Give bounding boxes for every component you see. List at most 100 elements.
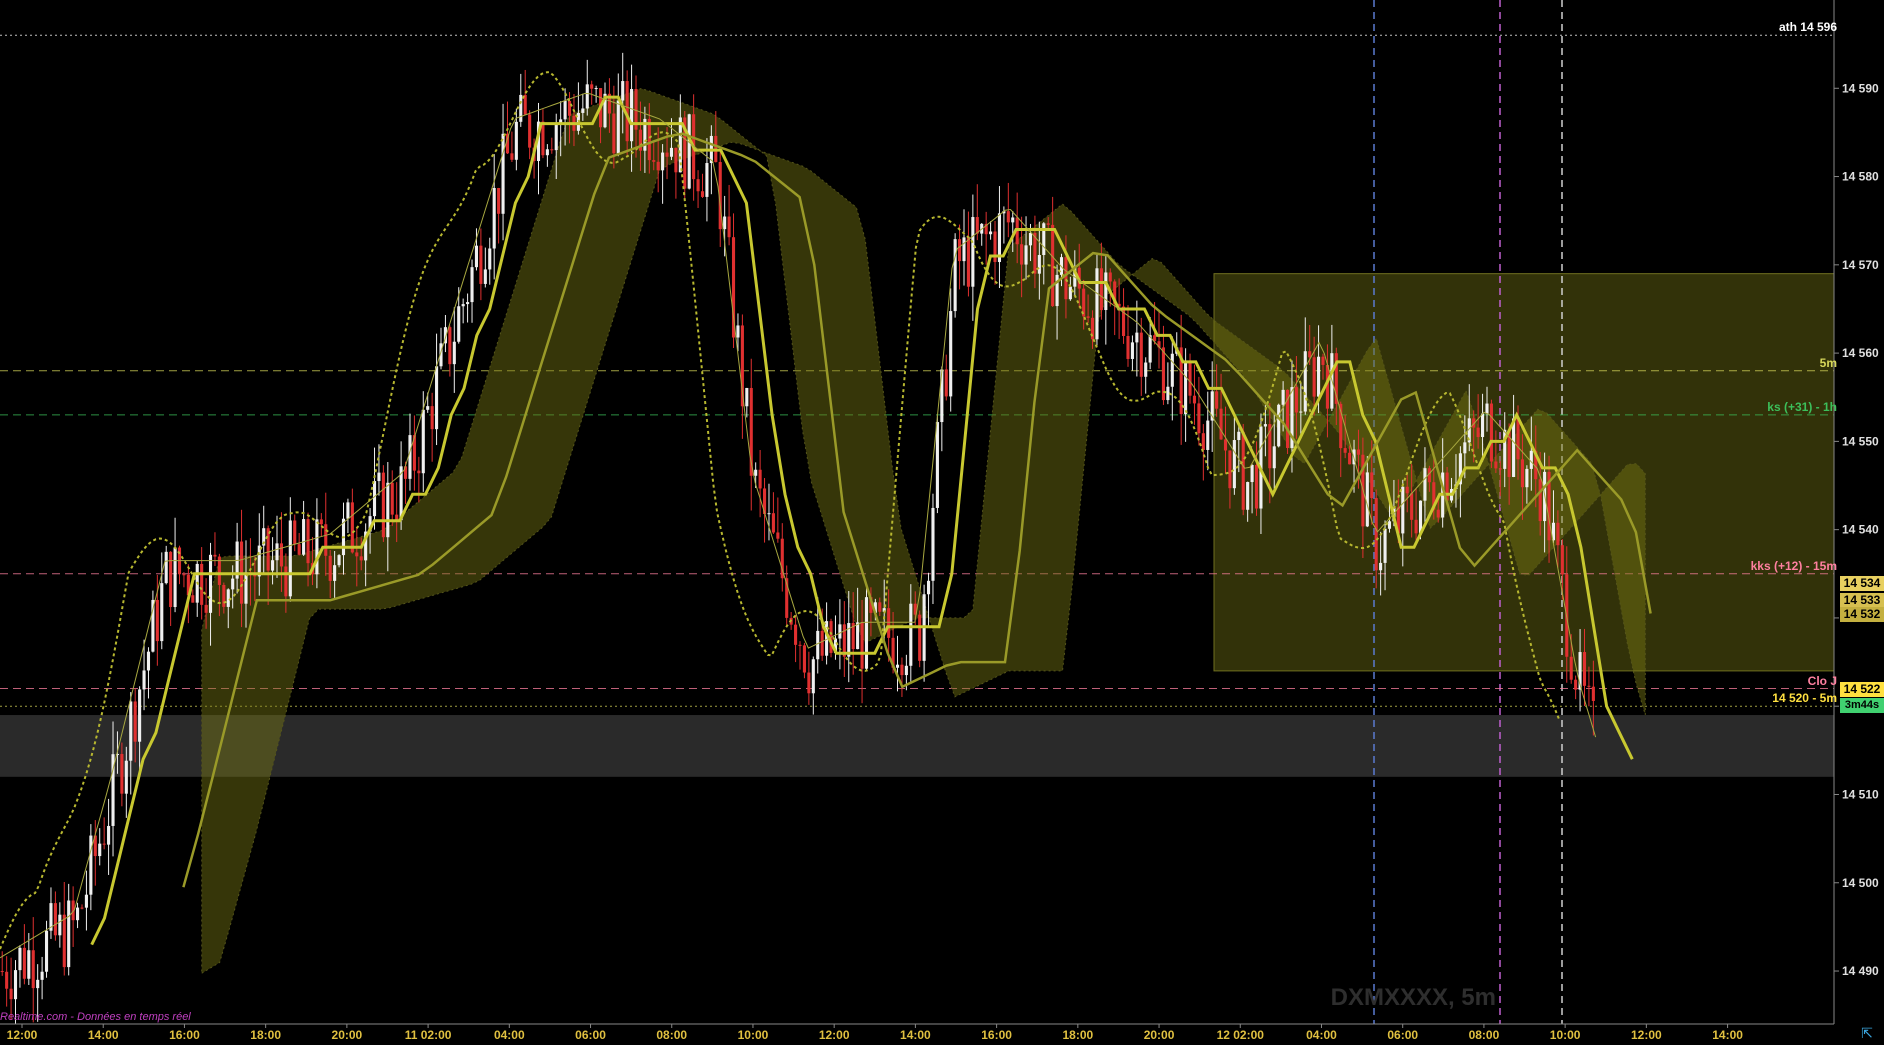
candle-body — [776, 532, 780, 539]
candle-body — [474, 245, 479, 268]
candle-body — [918, 614, 922, 661]
candle-body — [501, 133, 505, 214]
time-tick-label: 10:00 — [1550, 1028, 1581, 1042]
candle-body — [1223, 439, 1228, 451]
time-tick-label: 20:00 — [332, 1028, 363, 1042]
candle-body — [820, 630, 824, 656]
candle-body — [244, 572, 248, 604]
clo-j-level-label: Clo J — [1807, 673, 1837, 688]
candle-body — [736, 325, 740, 338]
candle-body — [328, 555, 332, 581]
candle-body — [794, 624, 798, 645]
candle-body — [541, 121, 545, 156]
candle-body — [612, 113, 616, 154]
candle-body — [1219, 408, 1223, 440]
time-tick-label: 12:00 — [819, 1028, 850, 1042]
candle-body — [1343, 448, 1347, 453]
time-tick-label: 16:00 — [981, 1028, 1012, 1042]
candle-body — [1237, 431, 1241, 441]
time-tick-label: 06:00 — [575, 1028, 606, 1042]
candle-body — [386, 482, 390, 538]
candle-body — [1130, 342, 1134, 359]
candle-body — [497, 188, 501, 214]
candle-body — [266, 528, 270, 571]
time-tick-label: 08:00 — [1469, 1028, 1500, 1042]
candle-body — [904, 665, 908, 676]
candle-body — [1489, 403, 1493, 462]
candle-body — [275, 543, 279, 561]
price-tick-label: 14 560 — [1842, 346, 1879, 360]
candle-body — [1569, 656, 1573, 680]
candle-body — [1498, 468, 1502, 470]
candle-body — [377, 472, 381, 482]
price-tag: 14 532 — [1840, 606, 1884, 622]
candle-body — [1356, 449, 1361, 455]
chart-window[interactable]: 14 49014 50014 51014 52014 53014 54014 5… — [0, 0, 1884, 1045]
candle-body — [293, 520, 297, 545]
candle-body — [155, 599, 159, 642]
candle-body — [1135, 332, 1139, 343]
time-tick-label: 04:00 — [1306, 1028, 1337, 1042]
candle-body — [687, 114, 691, 189]
candle-body — [754, 469, 758, 476]
candle-body — [1166, 386, 1170, 401]
candle-body — [53, 903, 57, 936]
time-axis-bg — [0, 1024, 1884, 1045]
candle-body — [958, 239, 962, 262]
candle-body — [900, 664, 904, 676]
candle-body — [89, 835, 93, 895]
candle-body — [878, 602, 882, 612]
candle-body — [1232, 440, 1236, 489]
candle-body — [935, 422, 939, 508]
candle-body — [417, 470, 421, 474]
candle-body — [279, 543, 283, 567]
price-tick-label: 14 580 — [1842, 170, 1879, 184]
time-tick-label: 04:00 — [494, 1028, 525, 1042]
candle-body — [1144, 362, 1148, 377]
candle-body — [346, 502, 350, 519]
candle-body — [9, 988, 13, 1000]
price-tick-label: 14 550 — [1842, 434, 1879, 448]
candle-body — [324, 524, 328, 556]
candle-body — [1197, 403, 1201, 434]
candle-body — [989, 231, 993, 235]
candle-body — [1139, 332, 1143, 377]
candle-body — [1206, 420, 1210, 450]
candle-body — [333, 565, 337, 581]
time-tick-label: 11 02:00 — [405, 1028, 452, 1042]
candle-body — [1405, 486, 1409, 494]
candle-body — [616, 100, 620, 154]
candle-body — [107, 825, 111, 845]
candle-body — [1525, 468, 1529, 488]
price-chart[interactable]: 14 49014 50014 51014 52014 53014 54014 5… — [0, 0, 1884, 1045]
candle-body — [1170, 353, 1174, 387]
last-price-tag: 14 522 — [1840, 681, 1884, 697]
candle-body — [470, 267, 474, 303]
price-tick-label: 14 570 — [1842, 258, 1879, 272]
candle-body — [567, 100, 572, 116]
candle-body — [1481, 413, 1485, 438]
time-tick-label: 06:00 — [1387, 1028, 1418, 1042]
candle-body — [488, 248, 492, 270]
candle-body — [76, 907, 80, 921]
time-tick-label: 12:00 — [7, 1028, 38, 1042]
scroll-to-latest-icon[interactable]: ⇱ — [1852, 1023, 1882, 1043]
candle-body — [1538, 479, 1542, 522]
candle-body — [1463, 442, 1467, 454]
candle-body — [1591, 686, 1595, 701]
candle-body — [390, 482, 394, 515]
candle-body — [838, 624, 842, 639]
candle-body — [58, 914, 62, 936]
candle-body — [1281, 389, 1285, 405]
candle-body — [284, 566, 288, 597]
candle-body — [142, 670, 146, 690]
candle-body — [1516, 418, 1520, 460]
candle-body — [1587, 685, 1591, 687]
candle-body — [1184, 361, 1188, 415]
candle-body — [705, 163, 709, 197]
candle-body — [510, 153, 514, 160]
candle-body — [120, 753, 124, 794]
candle-body — [1215, 391, 1219, 409]
candle-body — [80, 907, 84, 909]
candle-body — [856, 622, 860, 650]
